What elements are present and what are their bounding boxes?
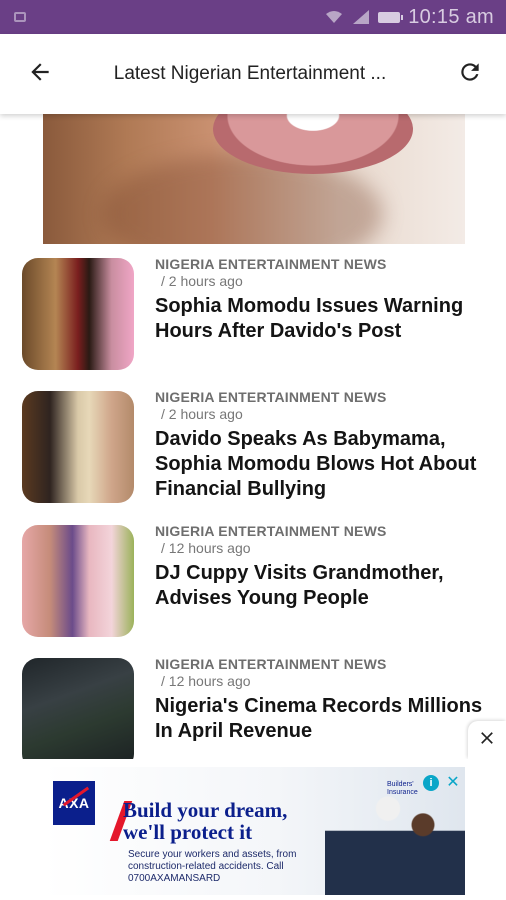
article-category: NIGERIA ENTERTAINMENT NEWS (155, 523, 387, 539)
status-bar: 10:15 am (0, 0, 506, 34)
article-time: / 12 hours ago (161, 673, 251, 689)
refresh-icon (457, 59, 483, 90)
article-headline[interactable]: Sophia Momodu Issues Warning Hours After… (155, 294, 492, 344)
article-thumbnail (22, 391, 134, 503)
article-headline[interactable]: Nigeria's Cinema Records Millions In Apr… (155, 694, 492, 744)
article-time: / 2 hours ago (161, 273, 243, 289)
article-category: NIGERIA ENTERTAINMENT NEWS (155, 656, 387, 672)
article-thumbnail (22, 658, 134, 770)
article-headline[interactable]: Davido Speaks As Babymama, Sophia Momodu… (155, 427, 492, 502)
axa-logo: AXA (53, 781, 95, 825)
article-thumbnail (22, 258, 134, 370)
refresh-button[interactable] (440, 34, 500, 114)
article-time: / 12 hours ago (161, 540, 251, 556)
app-bar: Latest Nigerian Entertainment ... (0, 34, 506, 114)
ad-creative[interactable]: AXA Build your dream, we'll protect it S… (43, 767, 465, 895)
back-button[interactable] (10, 34, 70, 114)
article-time: / 2 hours ago (161, 406, 243, 422)
list-item[interactable]: NIGERIA ENTERTAINMENT NEWS / 12 hours ag… (22, 644, 492, 770)
list-item[interactable]: NIGERIA ENTERTAINMENT NEWS / 12 hours ag… (22, 511, 492, 637)
ad-close-button[interactable] (468, 721, 506, 759)
close-icon (477, 728, 497, 753)
article-category: NIGERIA ENTERTAINMENT NEWS (155, 256, 387, 272)
status-time: 10:15 am (408, 5, 494, 28)
article-category: NIGERIA ENTERTAINMENT NEWS (155, 389, 387, 405)
ad-banner[interactable]: AXA Build your dream, we'll protect it S… (0, 759, 506, 900)
ad-photo (325, 787, 465, 895)
page-title: Latest Nigerian Entertainment ... (113, 63, 387, 84)
list-item[interactable]: NIGERIA ENTERTAINMENT NEWS / 2 hours ago… (22, 377, 492, 503)
signal-icon (352, 9, 370, 25)
featured-article-image[interactable] (43, 114, 465, 244)
ad-subtext: Secure your workers and assets, from con… (128, 849, 297, 884)
notification-icon (14, 12, 26, 22)
list-item[interactable]: NIGERIA ENTERTAINMENT NEWS / 2 hours ago… (22, 244, 492, 370)
ad-headline: Build your dream, we'll protect it (123, 798, 288, 844)
article-headline[interactable]: DJ Cuppy Visits Grandmother, Advises You… (155, 561, 492, 611)
article-thumbnail (22, 525, 134, 637)
arrow-left-icon (27, 59, 53, 90)
wifi-icon (324, 9, 344, 25)
battery-icon (378, 11, 404, 23)
